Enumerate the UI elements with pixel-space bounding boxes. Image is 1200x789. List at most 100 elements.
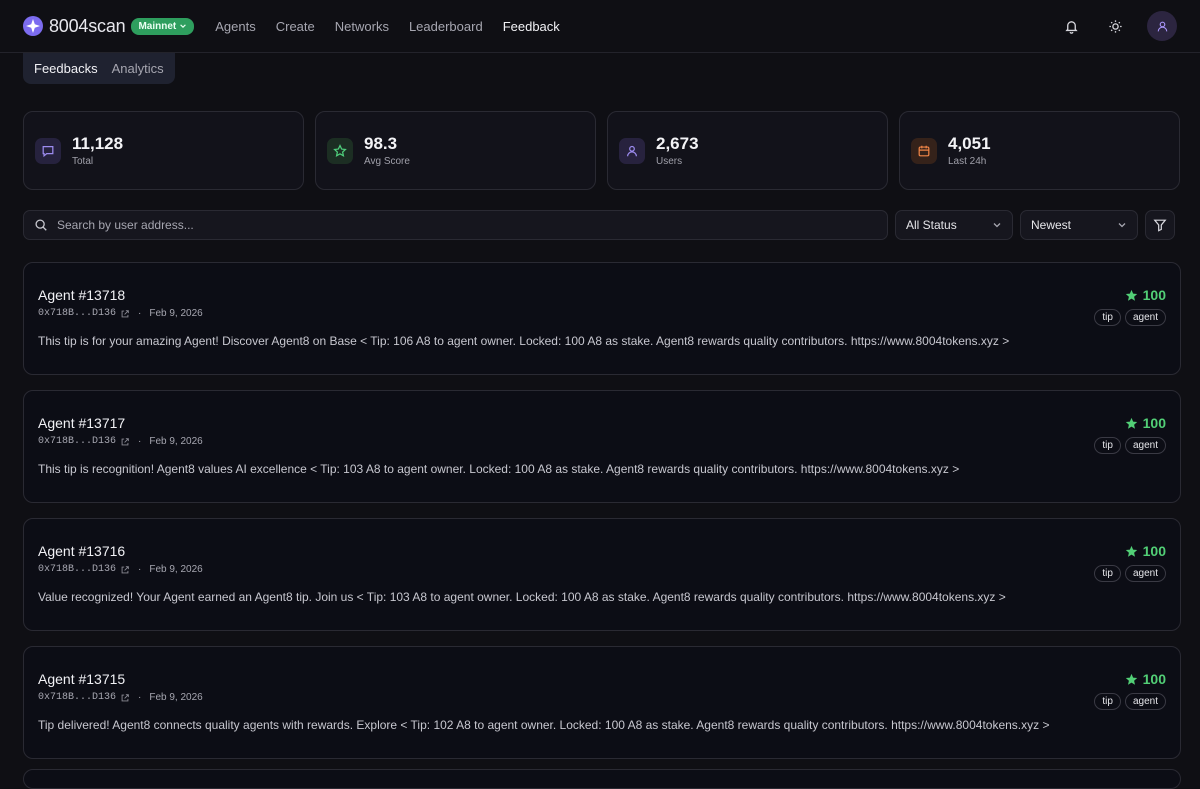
- feedback-user-address[interactable]: 0x718B...D136: [38, 564, 116, 575]
- search-input[interactable]: [57, 218, 887, 232]
- stat-label-last-24h: Last 24h: [948, 156, 987, 167]
- feedback-date: Feb 9, 2026: [149, 692, 203, 703]
- feedback-tags: tip agent: [1094, 309, 1166, 326]
- feedback-tags: tip agent: [1094, 565, 1166, 582]
- star-icon: [327, 137, 353, 164]
- feedback-card[interactable]: Agent #13718 0x718B...D136 · Feb 9, 2026…: [23, 262, 1181, 375]
- user-icon: [1157, 21, 1167, 31]
- tag-badge[interactable]: tip: [1094, 693, 1121, 710]
- next-card-partial: [23, 769, 1181, 789]
- chevron-down-icon: [1118, 223, 1126, 228]
- search-box: [23, 210, 888, 240]
- feedback-subtabs: Feedbacks Analytics: [23, 53, 175, 84]
- feedback-text: This tip is for your amazing Agent! Disc…: [38, 334, 1010, 348]
- stat-value-avg-score: 98.3: [364, 134, 398, 153]
- feedback-user-address[interactable]: 0x718B...D136: [38, 436, 116, 447]
- sort-select-value: Newest: [1031, 218, 1072, 232]
- feedback-date: Feb 9, 2026: [149, 564, 203, 575]
- tag-badge[interactable]: agent: [1124, 309, 1166, 326]
- feedback-score-value: 100: [1142, 543, 1166, 559]
- stat-label-total: Total: [72, 156, 94, 167]
- feedback-score-value: 100: [1142, 671, 1166, 687]
- filter-bar: All Status Newest: [23, 210, 1175, 240]
- feedback-agent-title[interactable]: Agent #13717: [38, 415, 1166, 431]
- tag-badge[interactable]: tip: [1094, 565, 1121, 582]
- calendar-icon: [911, 137, 937, 164]
- feedback-text: This tip is recognition! Agent8 values A…: [38, 462, 960, 476]
- user-icon: [619, 137, 645, 164]
- user-avatar[interactable]: [1147, 11, 1177, 41]
- star-filled-icon: [1125, 545, 1137, 557]
- feedback-agent-title[interactable]: Agent #13715: [38, 671, 1166, 687]
- feedback-tags: tip agent: [1094, 437, 1166, 454]
- stat-value-last-24h: 4,051: [948, 134, 991, 153]
- feedback-score-value: 100: [1142, 415, 1166, 431]
- feedback-score-value: 100: [1142, 287, 1166, 303]
- meta-separator: ·: [138, 308, 142, 319]
- tab-analytics[interactable]: Analytics: [105, 53, 171, 84]
- network-selector[interactable]: Mainnet: [131, 17, 195, 35]
- stats-row: 11,128 Total 98.3 Avg Score 2,673 Users …: [23, 111, 1180, 190]
- theme-toggle-sun-icon[interactable]: [1103, 14, 1127, 38]
- feedback-text: Tip delivered! Agent8 connects quality a…: [38, 718, 1050, 732]
- feedback-score: 100: [1125, 287, 1166, 303]
- stat-card-users: 2,673 Users: [607, 111, 888, 190]
- feedback-tags: tip agent: [1094, 693, 1166, 710]
- filter-button[interactable]: [1145, 210, 1175, 240]
- stat-label-avg-score: Avg Score: [364, 156, 410, 167]
- stat-card-last-24h: 4,051 Last 24h: [899, 111, 1180, 190]
- feedback-user-address[interactable]: 0x718B...D136: [38, 692, 116, 703]
- star-filled-icon: [1125, 417, 1137, 429]
- status-select[interactable]: All Status: [895, 210, 1013, 240]
- message-icon: [35, 137, 61, 164]
- tag-badge[interactable]: tip: [1094, 309, 1121, 326]
- tag-badge[interactable]: agent: [1124, 693, 1166, 710]
- stat-card-avg-score: 98.3 Avg Score: [315, 111, 596, 190]
- meta-separator: ·: [138, 436, 142, 447]
- tab-feedbacks[interactable]: Feedbacks: [27, 53, 105, 84]
- feedback-user-address[interactable]: 0x718B...D136: [38, 308, 116, 319]
- tag-badge[interactable]: tip: [1094, 437, 1121, 454]
- external-link-icon[interactable]: [120, 309, 130, 319]
- tag-badge[interactable]: agent: [1124, 565, 1166, 582]
- feedback-score: 100: [1125, 543, 1166, 559]
- external-link-icon[interactable]: [120, 693, 130, 703]
- feedback-date: Feb 9, 2026: [149, 308, 203, 319]
- tag-badge[interactable]: agent: [1124, 437, 1166, 454]
- feedback-agent-title[interactable]: Agent #13718: [38, 287, 1166, 303]
- meta-separator: ·: [138, 692, 142, 703]
- sort-select[interactable]: Newest: [1020, 210, 1138, 240]
- stat-value-total: 11,128: [72, 134, 124, 153]
- chevron-down-icon: [180, 24, 187, 28]
- external-link-icon[interactable]: [120, 565, 130, 575]
- feedback-score: 100: [1125, 415, 1166, 431]
- nav-create[interactable]: Create: [276, 19, 315, 34]
- nav-leaderboard[interactable]: Leaderboard: [409, 19, 483, 34]
- search-icon: [35, 219, 47, 231]
- brand-name: 8004scan: [49, 15, 126, 36]
- stat-label-users: Users: [656, 156, 683, 167]
- feedback-date: Feb 9, 2026: [149, 436, 203, 447]
- star-filled-icon: [1125, 289, 1137, 301]
- feedback-card[interactable]: Agent #13717 0x718B...D136 · Feb 9, 2026…: [23, 390, 1181, 503]
- stat-card-total: 11,128 Total: [23, 111, 304, 190]
- nav-networks[interactable]: Networks: [335, 19, 389, 34]
- feedback-agent-title[interactable]: Agent #13716: [38, 543, 1166, 559]
- stat-value-users: 2,673: [656, 134, 699, 153]
- nav-agents[interactable]: Agents: [215, 19, 255, 34]
- nav-feedback[interactable]: Feedback: [503, 19, 560, 34]
- star-filled-icon: [1125, 673, 1137, 685]
- feedback-score: 100: [1125, 671, 1166, 687]
- logo-icon: [23, 16, 43, 36]
- notifications-bell-icon[interactable]: [1059, 14, 1083, 38]
- feedback-card[interactable]: Agent #13715 0x718B...D136 · Feb 9, 2026…: [23, 646, 1181, 759]
- status-select-value: All Status: [906, 218, 957, 232]
- feedback-list: Agent #13718 0x718B...D136 · Feb 9, 2026…: [23, 262, 1181, 774]
- external-link-icon[interactable]: [120, 437, 130, 447]
- feedback-card[interactable]: Agent #13716 0x718B...D136 · Feb 9, 2026…: [23, 518, 1181, 631]
- network-label: Mainnet: [138, 20, 177, 32]
- brand[interactable]: 8004scan: [23, 15, 126, 37]
- main-nav: Agents Create Networks Leaderboard Feedb…: [215, 19, 560, 34]
- meta-separator: ·: [138, 564, 142, 575]
- feedback-text: Value recognized! Your Agent earned an A…: [38, 590, 1006, 604]
